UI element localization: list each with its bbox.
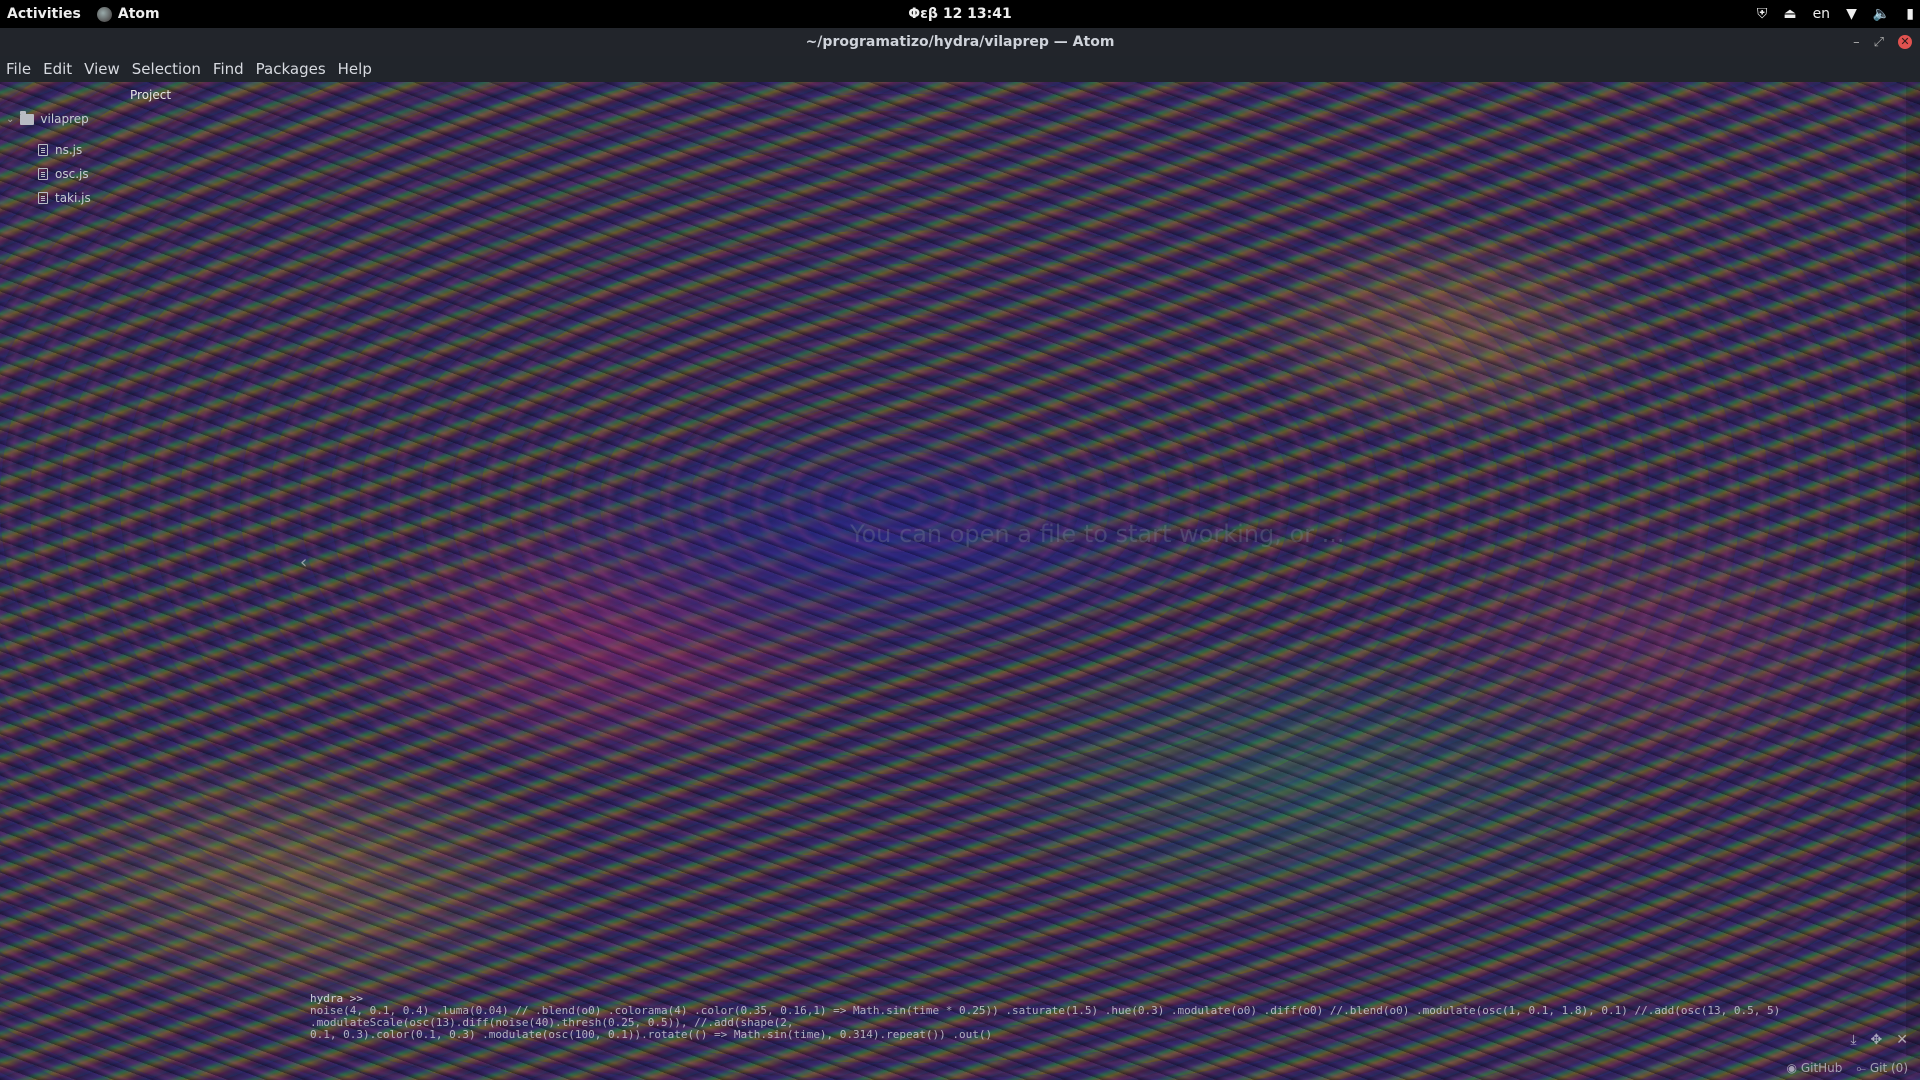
shield-icon[interactable]: ⛨ bbox=[1757, 6, 1768, 22]
file-icon bbox=[38, 168, 48, 180]
project-panel-tab[interactable]: Project bbox=[130, 88, 171, 102]
minimize-icon[interactable]: – bbox=[1853, 35, 1860, 50]
chevron-left-icon[interactable]: ‹ bbox=[300, 552, 307, 573]
move-icon[interactable]: ✥ bbox=[1871, 1032, 1883, 1048]
window-title-bar: ~/programatizo/hydra/vilaprep — Atom – ⤢… bbox=[0, 28, 1920, 56]
file-name: ns.js bbox=[55, 143, 83, 157]
editor-scrollbar[interactable] bbox=[1906, 82, 1920, 1056]
console-controls: ⤓ ✥ ✕ bbox=[1850, 1032, 1908, 1048]
wifi-icon[interactable]: ▼ bbox=[1846, 6, 1857, 22]
root-folder-name: vilaprep bbox=[40, 112, 89, 126]
volume-icon[interactable]: 🔈 bbox=[1873, 6, 1890, 22]
eject-icon[interactable]: ⏏ bbox=[1783, 6, 1796, 22]
keyboard-layout-indicator[interactable]: en bbox=[1813, 6, 1831, 22]
git-status[interactable]: ⟜ Git (0) bbox=[1856, 1061, 1908, 1076]
hydra-console[interactable]: hydra >> noise(4, 0.1, 0.4) .luma(0.04) … bbox=[310, 993, 1900, 1041]
system-tray[interactable]: ⛨ ⏏ en ▼ 🔈 ▮ bbox=[1757, 0, 1914, 28]
file-name: osc.js bbox=[55, 167, 89, 181]
file-icon bbox=[38, 144, 48, 156]
close-icon[interactable]: ✕ bbox=[1896, 1032, 1908, 1048]
menu-help[interactable]: Help bbox=[332, 60, 378, 78]
maximize-icon[interactable]: ⤢ bbox=[1874, 35, 1884, 50]
github-label: GitHub bbox=[1800, 1061, 1843, 1075]
folder-icon bbox=[20, 110, 35, 125]
clock[interactable]: Φεβ 12 13:41 bbox=[0, 0, 1920, 28]
file-name: taki.js bbox=[55, 191, 91, 205]
hydra-code-line[interactable]: noise(4, 0.1, 0.4) .luma(0.04) // .blend… bbox=[310, 1005, 1900, 1029]
tree-file-item[interactable]: ns.js bbox=[38, 143, 82, 157]
github-status[interactable]: ◉ GitHub bbox=[1787, 1061, 1843, 1075]
file-icon bbox=[38, 192, 48, 204]
menu-edit[interactable]: Edit bbox=[37, 60, 78, 78]
close-icon[interactable]: ✕ bbox=[1898, 35, 1912, 49]
git-label: Git (0) bbox=[1869, 1060, 1908, 1075]
menu-file[interactable]: File bbox=[0, 60, 37, 78]
visual-stripe-layer bbox=[0, 82, 1920, 1080]
app-name: Atom bbox=[117, 6, 160, 22]
hydra-code-line[interactable]: 0.1, 0.3).color(0.1, 0.3) .modulate(osc(… bbox=[310, 1029, 1900, 1041]
download-icon[interactable]: ⤓ bbox=[1850, 1032, 1856, 1048]
app-menu[interactable]: Atom bbox=[89, 6, 160, 22]
github-icon: ◉ bbox=[1786, 1061, 1797, 1075]
chevron-down-icon[interactable]: ⌄ bbox=[6, 114, 14, 125]
battery-icon[interactable]: ▮ bbox=[1906, 6, 1914, 22]
menu-packages[interactable]: Packages bbox=[250, 60, 332, 78]
tree-file-item[interactable]: taki.js bbox=[38, 191, 91, 205]
git-icon: ⟜ bbox=[1856, 1060, 1867, 1075]
project-tree-view: Project ⌄ vilaprep ns.js osc.js taki.js bbox=[0, 82, 300, 212]
menu-view[interactable]: View bbox=[78, 60, 126, 78]
menu-bar: File Edit View Selection Find Packages H… bbox=[0, 56, 1920, 82]
window-title: ~/programatizo/hydra/vilaprep — Atom bbox=[805, 34, 1115, 50]
menu-selection[interactable]: Selection bbox=[126, 60, 207, 78]
empty-pane-hint: You can open a file to start working, or… bbox=[850, 520, 1345, 548]
system-top-bar: Activities Atom Φεβ 12 13:41 ⛨ ⏏ en ▼ 🔈 … bbox=[0, 0, 1920, 28]
window-controls: – ⤢ ✕ bbox=[1853, 28, 1912, 56]
tree-root-folder[interactable]: ⌄ vilaprep bbox=[6, 110, 89, 126]
activities-button[interactable]: Activities bbox=[0, 6, 89, 22]
menu-find[interactable]: Find bbox=[207, 60, 250, 78]
atom-app-icon bbox=[96, 6, 112, 22]
status-bar: ◉ GitHub ⟜ Git (0) bbox=[0, 1056, 1920, 1080]
hydra-visual-canvas[interactable] bbox=[0, 82, 1920, 1080]
tree-file-item[interactable]: osc.js bbox=[38, 167, 89, 181]
